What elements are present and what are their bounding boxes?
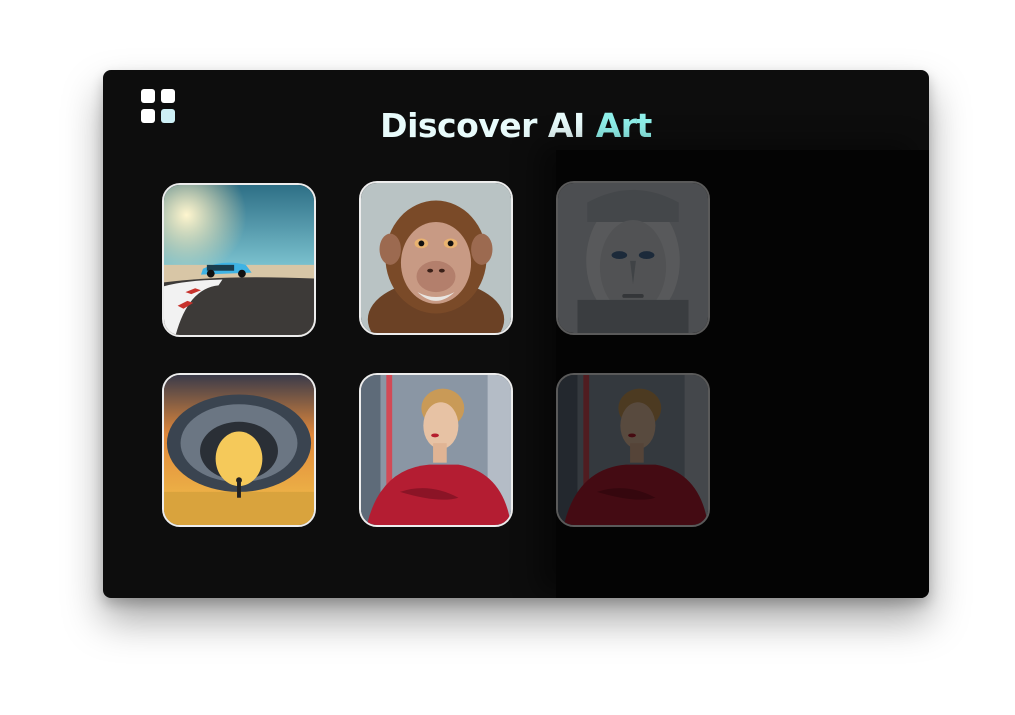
page-title: Discover AI Art	[103, 106, 929, 145]
title-main: Discover AI	[380, 106, 596, 145]
dark-overlay-panel	[556, 150, 929, 598]
chimpanzee-image[interactable]	[359, 181, 513, 335]
sports-car-image[interactable]	[162, 183, 316, 337]
title-accent: Art	[595, 106, 653, 145]
app-window: Discover AI Art	[103, 70, 929, 598]
woman-red-dress-image[interactable]	[359, 373, 513, 527]
portal-ring-image[interactable]	[162, 373, 316, 527]
